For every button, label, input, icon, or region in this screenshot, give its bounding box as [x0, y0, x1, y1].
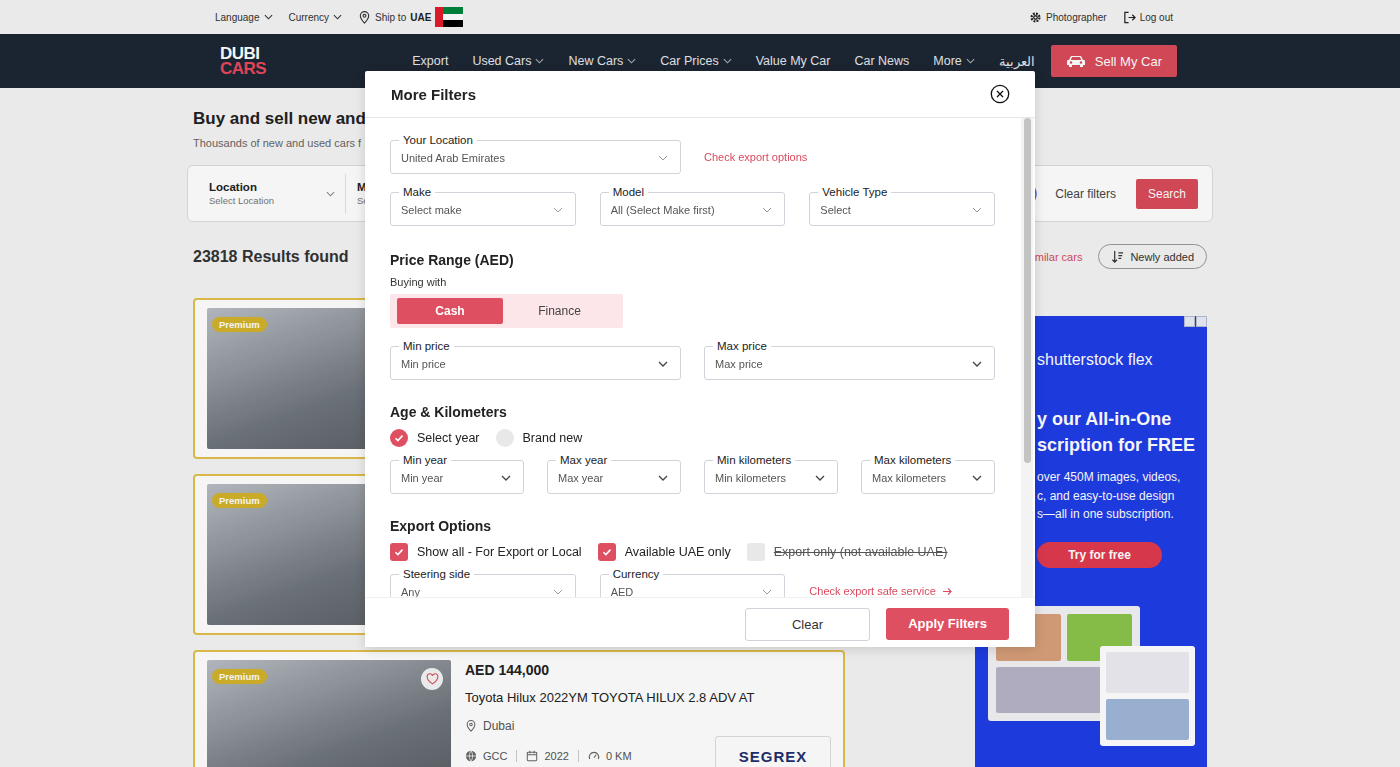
field-value: Any: [401, 586, 547, 597]
apply-filters-button[interactable]: Apply Filters: [886, 608, 1009, 640]
chevron-down-icon: [553, 207, 563, 213]
payment-option[interactable]: Finance: [503, 298, 616, 324]
field-label: Make: [399, 185, 435, 199]
field-label: Vehicle Type: [818, 185, 891, 199]
export-select[interactable]: Steering sideAny: [390, 574, 576, 597]
payment-toggle: CashFinance: [390, 294, 623, 328]
arrow-right-icon: [942, 587, 953, 596]
field-label: Steering side: [399, 567, 474, 581]
option-label: Show all - For Export or Local: [417, 545, 582, 559]
year-radio[interactable]: Brand new: [496, 429, 583, 447]
check-icon: [601, 546, 613, 558]
checkbox: [747, 543, 765, 561]
radio-button: [496, 429, 514, 447]
check-icon: [393, 546, 405, 558]
chevron-down-icon: [553, 589, 563, 595]
chevron-down-icon: [815, 475, 825, 481]
field-value: Max year: [558, 472, 652, 484]
section-title: Age & Kilometers: [390, 402, 995, 422]
section-title: Export Options: [390, 516, 995, 536]
checkbox: [390, 543, 408, 561]
close-icon[interactable]: [990, 84, 1010, 104]
export-checkbox[interactable]: Available UAE only: [598, 543, 731, 561]
range-select[interactable]: Min yearMin year: [390, 460, 524, 494]
check-icon: [393, 432, 405, 444]
field-label: Min kilometers: [713, 453, 795, 467]
more-filters-dialog: More FiltersYour LocationUnited Arab Emi…: [365, 71, 1035, 647]
field-value: Min price: [401, 358, 652, 370]
field-label: Min year: [399, 453, 451, 467]
option-label: Select year: [417, 431, 480, 445]
field-value: Max kilometers: [872, 472, 966, 484]
scrollbar[interactable]: [1021, 118, 1033, 597]
field-value: Select make: [401, 204, 547, 216]
field-value: AED: [611, 586, 757, 597]
range-select[interactable]: Max yearMax year: [547, 460, 681, 494]
chevron-down-icon: [658, 155, 668, 161]
location-select[interactable]: Your LocationUnited Arab Emirates: [390, 140, 681, 174]
dialog-title: More Filters: [391, 86, 476, 103]
filter-select[interactable]: ModelAll (Select Make first): [600, 192, 786, 226]
radio-button: [390, 429, 408, 447]
dialog-body: Your LocationUnited Arab EmiratesCheck e…: [365, 118, 1035, 597]
price-select[interactable]: Min priceMin price: [390, 346, 681, 380]
option-label: Export only (not available UAE): [774, 545, 948, 559]
scrollbar-thumb[interactable]: [1024, 118, 1031, 463]
field-label: Your Location: [399, 133, 477, 147]
app: Language Currency Ship toUAE Photographe…: [0, 0, 1400, 767]
section-title: Price Range (AED): [390, 250, 995, 270]
field-label: Max price: [713, 339, 771, 353]
filter-select[interactable]: Vehicle TypeSelect: [809, 192, 995, 226]
field-value: United Arab Emirates: [401, 152, 652, 164]
range-select[interactable]: Max kilometersMax kilometers: [861, 460, 995, 494]
buying-with-label: Buying with: [390, 274, 995, 290]
field-label: Currency: [609, 567, 664, 581]
chevron-down-icon: [658, 361, 668, 367]
export-select[interactable]: CurrencyAED: [600, 574, 786, 597]
option-label: Brand new: [523, 431, 583, 445]
payment-option[interactable]: Cash: [397, 298, 503, 324]
checkbox: [598, 543, 616, 561]
field-value: Max price: [715, 358, 966, 370]
field-value: All (Select Make first): [611, 204, 757, 216]
clear-button[interactable]: Clear: [745, 608, 870, 641]
field-value: Min year: [401, 472, 495, 484]
chevron-down-icon: [972, 361, 982, 367]
export-checkbox[interactable]: Show all - For Export or Local: [390, 543, 582, 561]
option-label: Available UAE only: [625, 545, 731, 559]
chevron-down-icon: [972, 475, 982, 481]
check-export-options-link[interactable]: Check export options: [704, 151, 995, 163]
price-select[interactable]: Max priceMax price: [704, 346, 995, 380]
chevron-down-icon: [658, 475, 668, 481]
export-safe-service-link[interactable]: Check export safe service: [809, 585, 995, 597]
field-label: Max kilometers: [870, 453, 955, 467]
field-label: Model: [609, 185, 648, 199]
chevron-down-icon: [501, 475, 511, 481]
year-radio[interactable]: Select year: [390, 429, 480, 447]
chevron-down-icon: [762, 589, 772, 595]
field-value: Min kilometers: [715, 472, 809, 484]
range-select[interactable]: Min kilometersMin kilometers: [704, 460, 838, 494]
export-checkbox: Export only (not available UAE): [747, 543, 948, 561]
chevron-down-icon: [762, 207, 772, 213]
field-value: Select: [820, 204, 966, 216]
filter-select[interactable]: MakeSelect make: [390, 192, 576, 226]
dialog-footer: Clear Apply Filters: [365, 597, 1035, 647]
field-label: Max year: [556, 453, 611, 467]
chevron-down-icon: [972, 207, 982, 213]
field-label: Min price: [399, 339, 454, 353]
